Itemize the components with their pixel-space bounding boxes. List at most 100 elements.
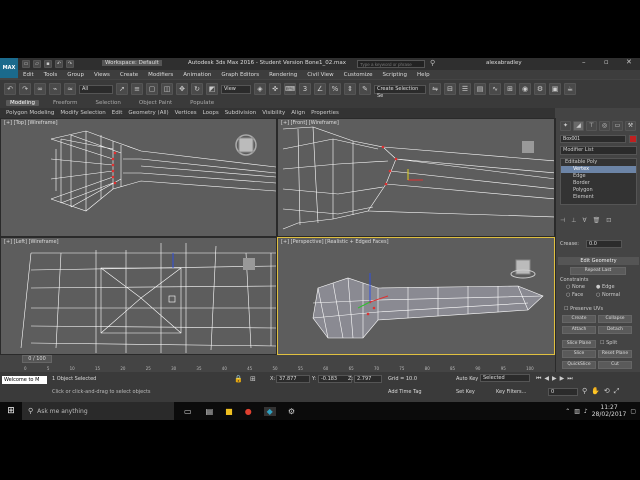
absolute-mode-icon[interactable]: ⊞ [250,375,256,383]
menu-views[interactable]: Views [89,72,115,78]
timeline-ruler[interactable]: 0 5 10 15 20 25 30 35 40 45 50 55 60 65 70 75 80 85 90 95 10… [24,366,534,372]
ribbon-panel-visibility[interactable]: Visibility [262,110,285,116]
select-object-icon[interactable]: ➚ [116,83,128,95]
set-key-button[interactable]: Set Key [456,389,475,395]
layer-explorer-icon[interactable]: ☰ [459,83,471,95]
percent-snap-icon[interactable]: % [329,83,341,95]
curve-editor-icon[interactable]: ∿ [489,83,501,95]
stack-item-vertex[interactable]: Vertex [561,166,636,173]
rectangular-selection-icon[interactable]: ▢ [146,83,158,95]
undo-icon[interactable]: ↶ [55,60,63,68]
select-manipulate-icon[interactable]: ✜ [269,83,281,95]
go-to-start-icon[interactable]: ⏮ [536,375,541,383]
scale-icon[interactable]: ◩ [206,83,218,95]
menu-modifiers[interactable]: Modifiers [143,72,178,78]
modifier-list-dropdown[interactable]: Modifier List [560,146,637,155]
ribbon-tab-selection[interactable]: Selection [92,100,125,106]
lock-selection-icon[interactable]: 🔒 [234,375,243,383]
ribbon-panel-polygon-modeling[interactable]: Polygon Modeling [6,110,54,116]
constraint-normal-radio[interactable]: ○ Normal [596,292,620,298]
object-name-field[interactable] [560,135,626,143]
unlink-icon[interactable]: ⌁ [49,83,61,95]
menu-edit[interactable]: Edit [18,72,39,78]
undo-icon[interactable]: ↶ [4,83,16,95]
y-coordinate-field[interactable]: -0.183 [318,375,352,383]
viewport-front[interactable]: [+] [Front] [Wireframe] [277,118,555,237]
named-selection-dropdown[interactable]: Create Selection Se [374,84,426,99]
rendered-frame-window-icon[interactable]: ▣ [549,83,561,95]
search-input[interactable] [357,60,425,68]
remove-modifier-icon[interactable]: 🗑 [593,217,601,224]
ribbon-panel-vertices[interactable]: Vertices [175,110,197,116]
stack-item-polygon[interactable]: Polygon [561,187,636,194]
constraint-face-radio[interactable]: ○ Face [566,292,583,298]
orbit-icon[interactable]: ⟲ [604,387,610,396]
x-coordinate-field[interactable]: 37.877 [276,375,310,383]
modify-tab-icon[interactable]: ◢ [573,121,584,131]
stack-item-element[interactable]: Element [561,194,636,201]
collapse-button[interactable]: Collapse [598,315,632,323]
selection-filter-dropdown[interactable]: All [79,84,113,94]
edit-geometry-rollout[interactable]: Edit Geometry [558,257,639,265]
hierarchy-tab-icon[interactable]: ⊤ [586,121,597,131]
menu-help[interactable]: Help [412,72,435,78]
zoom-icon[interactable]: ⚲ [582,387,587,396]
ribbon-panel-modify-selection[interactable]: Modify Selection [60,110,105,116]
new-file-icon[interactable]: ▭ [22,60,30,68]
object-color-swatch[interactable] [629,135,637,143]
next-frame-icon[interactable]: ▶ [560,375,565,383]
reset-plane-button[interactable]: Reset Plane [598,350,632,358]
quickslice-button[interactable]: QuickSlice [562,361,596,369]
cortana-search-box[interactable]: ⚲ Ask me anything [22,402,174,420]
window-crossing-icon[interactable]: ◫ [161,83,173,95]
pan-icon[interactable]: ✋ [591,387,600,396]
rotate-icon[interactable]: ↻ [191,83,203,95]
detach-button[interactable]: Detach [598,326,632,334]
cut-button[interactable]: Cut [598,361,632,369]
align-icon[interactable]: ⊟ [444,83,456,95]
menu-group[interactable]: Group [62,72,89,78]
ribbon-panel-loops[interactable]: Loops [203,110,219,116]
display-tab-icon[interactable]: ▭ [612,121,623,131]
menu-animation[interactable]: Animation [178,72,216,78]
stack-item-editable-poly[interactable]: Editable Poly [561,159,636,166]
render-setup-icon[interactable]: ⚙ [534,83,546,95]
toggle-ribbon-icon[interactable]: ▤ [474,83,486,95]
previous-frame-icon[interactable]: ◀ [544,375,549,383]
menu-tools[interactable]: Tools [39,72,63,78]
pin-stack-icon[interactable]: ⊣ [560,217,565,224]
viewport-top[interactable]: [+] [Top] [Wireframe] [0,118,277,237]
action-center-icon[interactable]: ▢ [630,408,636,415]
binoculars-icon[interactable]: ⚲ [430,59,435,67]
redo-icon[interactable]: ↷ [19,83,31,95]
maximize-viewport-icon[interactable]: ⤢ [614,387,620,396]
notification-chevron-icon[interactable]: ⌃ [565,408,570,415]
viewport-label-top[interactable]: [+] [Top] [Wireframe] [4,120,58,126]
folder-icon[interactable]: ■ [225,407,233,416]
mirror-icon[interactable]: ⇋ [429,83,441,95]
ribbon-tab-freeform[interactable]: Freeform [49,100,82,106]
constraint-edge-radio[interactable]: ● Edge [596,284,615,290]
go-to-end-icon[interactable]: ⏭ [567,375,572,383]
z-coordinate-field[interactable]: 2.797 [354,375,382,383]
maxscript-listener[interactable]: Welcome to M [2,376,47,384]
slice-plane-button[interactable]: Slice Plane [562,340,596,348]
attach-button[interactable]: Attach [562,326,596,334]
move-icon[interactable]: ✥ [176,83,188,95]
reference-coordinate-dropdown[interactable]: View [221,84,251,94]
split-checkbox[interactable]: ☐ Split [600,340,617,346]
ribbon-panel-subdivision[interactable]: Subdivision [225,110,257,116]
clock[interactable]: 11:27 28/02/2017 [592,404,627,418]
close-icon[interactable]: ✕ [626,58,632,66]
volume-icon[interactable]: ♪ [584,408,588,415]
viewport-label-front[interactable]: [+] [Front] [Wireframe] [281,120,339,126]
viewport-label-perspective[interactable]: [+] [Perspective] [Realistic + Edged Fac… [281,239,389,245]
play-icon[interactable]: ▶ [552,375,557,383]
maximize-icon[interactable]: ▫ [604,58,609,66]
max-logo[interactable]: MAX [0,58,18,78]
settings-icon[interactable]: ⚙ [288,407,295,416]
workspace-dropdown[interactable]: Workspace: Default [102,60,162,66]
stack-item-edge[interactable]: Edge [561,173,636,180]
utilities-tab-icon[interactable]: ⚒ [625,121,636,131]
open-file-icon[interactable]: ▱ [33,60,41,68]
